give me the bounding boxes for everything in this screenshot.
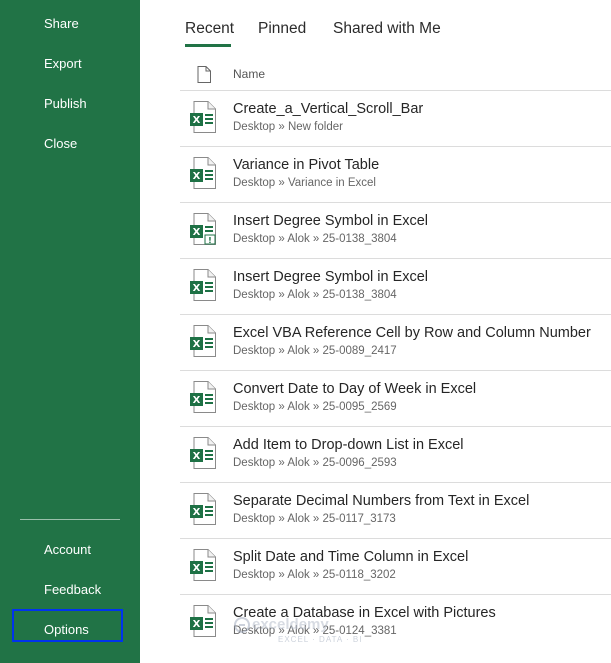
row-divider [180,258,611,259]
row-divider [180,594,611,595]
row-divider [180,314,611,315]
file-title: Create a Database in Excel with Pictures [233,605,496,621]
recent-file-row[interactable]: X Create a Database in Excel with Pictur… [180,594,611,650]
svg-text:X: X [193,227,201,238]
file-path: Desktop » Variance in Excel [233,177,376,189]
excel-file-icon: X [190,437,216,469]
recent-file-row[interactable]: X Add Item to Drop-down List in Excel De… [180,426,611,482]
row-divider [180,426,611,427]
close-menu-item[interactable]: Close [44,136,77,151]
tab-shared-with-me[interactable]: Shared with Me [333,20,441,38]
excel-file-icon: X [190,101,216,133]
excel-file-icon: X [190,605,216,637]
file-path: Desktop » Alok » 25-0096_2593 [233,457,397,469]
file-path: Desktop » New folder [233,121,343,133]
tab-recent[interactable]: Recent [185,20,234,38]
excel-file-icon: X [190,269,216,301]
feedback-menu-item[interactable]: Feedback [44,582,101,597]
file-path: Desktop » Alok » 25-0095_2569 [233,401,397,413]
file-title: Separate Decimal Numbers from Text in Ex… [233,493,530,509]
recent-file-row[interactable]: X Separate Decimal Numbers from Text in … [180,482,611,538]
row-divider [180,482,611,483]
publish-menu-item[interactable]: Publish [44,96,87,111]
excel-file-icon: X [190,325,216,357]
file-title: Create_a_Vertical_Scroll_Bar [233,101,424,117]
excel-file-icon: X [190,381,216,413]
row-divider [180,146,611,147]
file-title: Excel VBA Reference Cell by Row and Colu… [233,325,591,341]
svg-text:!: ! [208,236,212,245]
recent-file-row[interactable]: X Create_a_Vertical_Scroll_Bar Desktop »… [180,90,611,146]
recent-file-row[interactable]: X Convert Date to Day of Week in Excel D… [180,370,611,426]
share-menu-item[interactable]: Share [44,16,79,31]
column-header-name[interactable]: Name [233,67,265,81]
file-title: Insert Degree Symbol in Excel [233,213,429,229]
svg-text:X: X [193,115,201,126]
svg-text:X: X [193,339,201,350]
file-path: Desktop » Alok » 25-0117_3173 [233,513,396,525]
file-path: Desktop » Alok » 25-0118_3202 [233,569,396,581]
excel-file-icon: X [190,549,216,581]
svg-text:X: X [193,171,201,182]
file-title: Insert Degree Symbol in Excel [233,269,429,285]
recent-file-row[interactable]: X Excel VBA Reference Cell by Row and Co… [180,314,611,370]
recent-file-row[interactable]: X Insert Degree Symbol in Excel Desktop … [180,258,611,314]
file-path: Desktop » Alok » 25-0124_3381 [233,625,397,637]
file-path: Desktop » Alok » 25-0138_3804 [233,289,397,301]
svg-text:X: X [193,283,201,294]
excel-file-icon: X [190,493,216,525]
file-path: Desktop » Alok » 25-0138_3804 [233,233,397,245]
row-divider [180,202,611,203]
svg-text:X: X [193,451,201,462]
file-title: Split Date and Time Column in Excel [233,549,469,565]
recent-file-row[interactable]: X ! Insert Degree Symbol in Excel Deskto… [180,202,611,258]
file-title: Add Item to Drop-down List in Excel [233,437,464,453]
options-menu-item[interactable]: Options [44,622,89,637]
document-icon [197,66,211,83]
backstage-sidebar: Share Export Publish Close Account Feedb… [0,0,140,663]
account-menu-item[interactable]: Account [44,542,91,557]
recent-file-row[interactable]: X Split Date and Time Column in Excel De… [180,538,611,594]
excel-file-icon: X [190,157,216,189]
svg-text:X: X [193,507,201,518]
active-tab-indicator [185,44,231,47]
excel-macro-file-icon: X ! [190,213,216,245]
file-title: Variance in Pivot Table [233,157,380,173]
recent-file-row[interactable]: X Variance in Pivot Table Desktop » Vari… [180,146,611,202]
row-divider [180,538,611,539]
tab-pinned[interactable]: Pinned [258,20,306,38]
svg-text:X: X [193,619,201,630]
export-menu-item[interactable]: Export [44,56,82,71]
sidebar-divider [20,519,120,520]
row-divider [180,370,611,371]
svg-text:X: X [193,395,201,406]
svg-text:X: X [193,563,201,574]
file-path: Desktop » Alok » 25-0089_2417 [233,345,397,357]
row-divider [180,90,611,91]
file-title: Convert Date to Day of Week in Excel [233,381,477,397]
